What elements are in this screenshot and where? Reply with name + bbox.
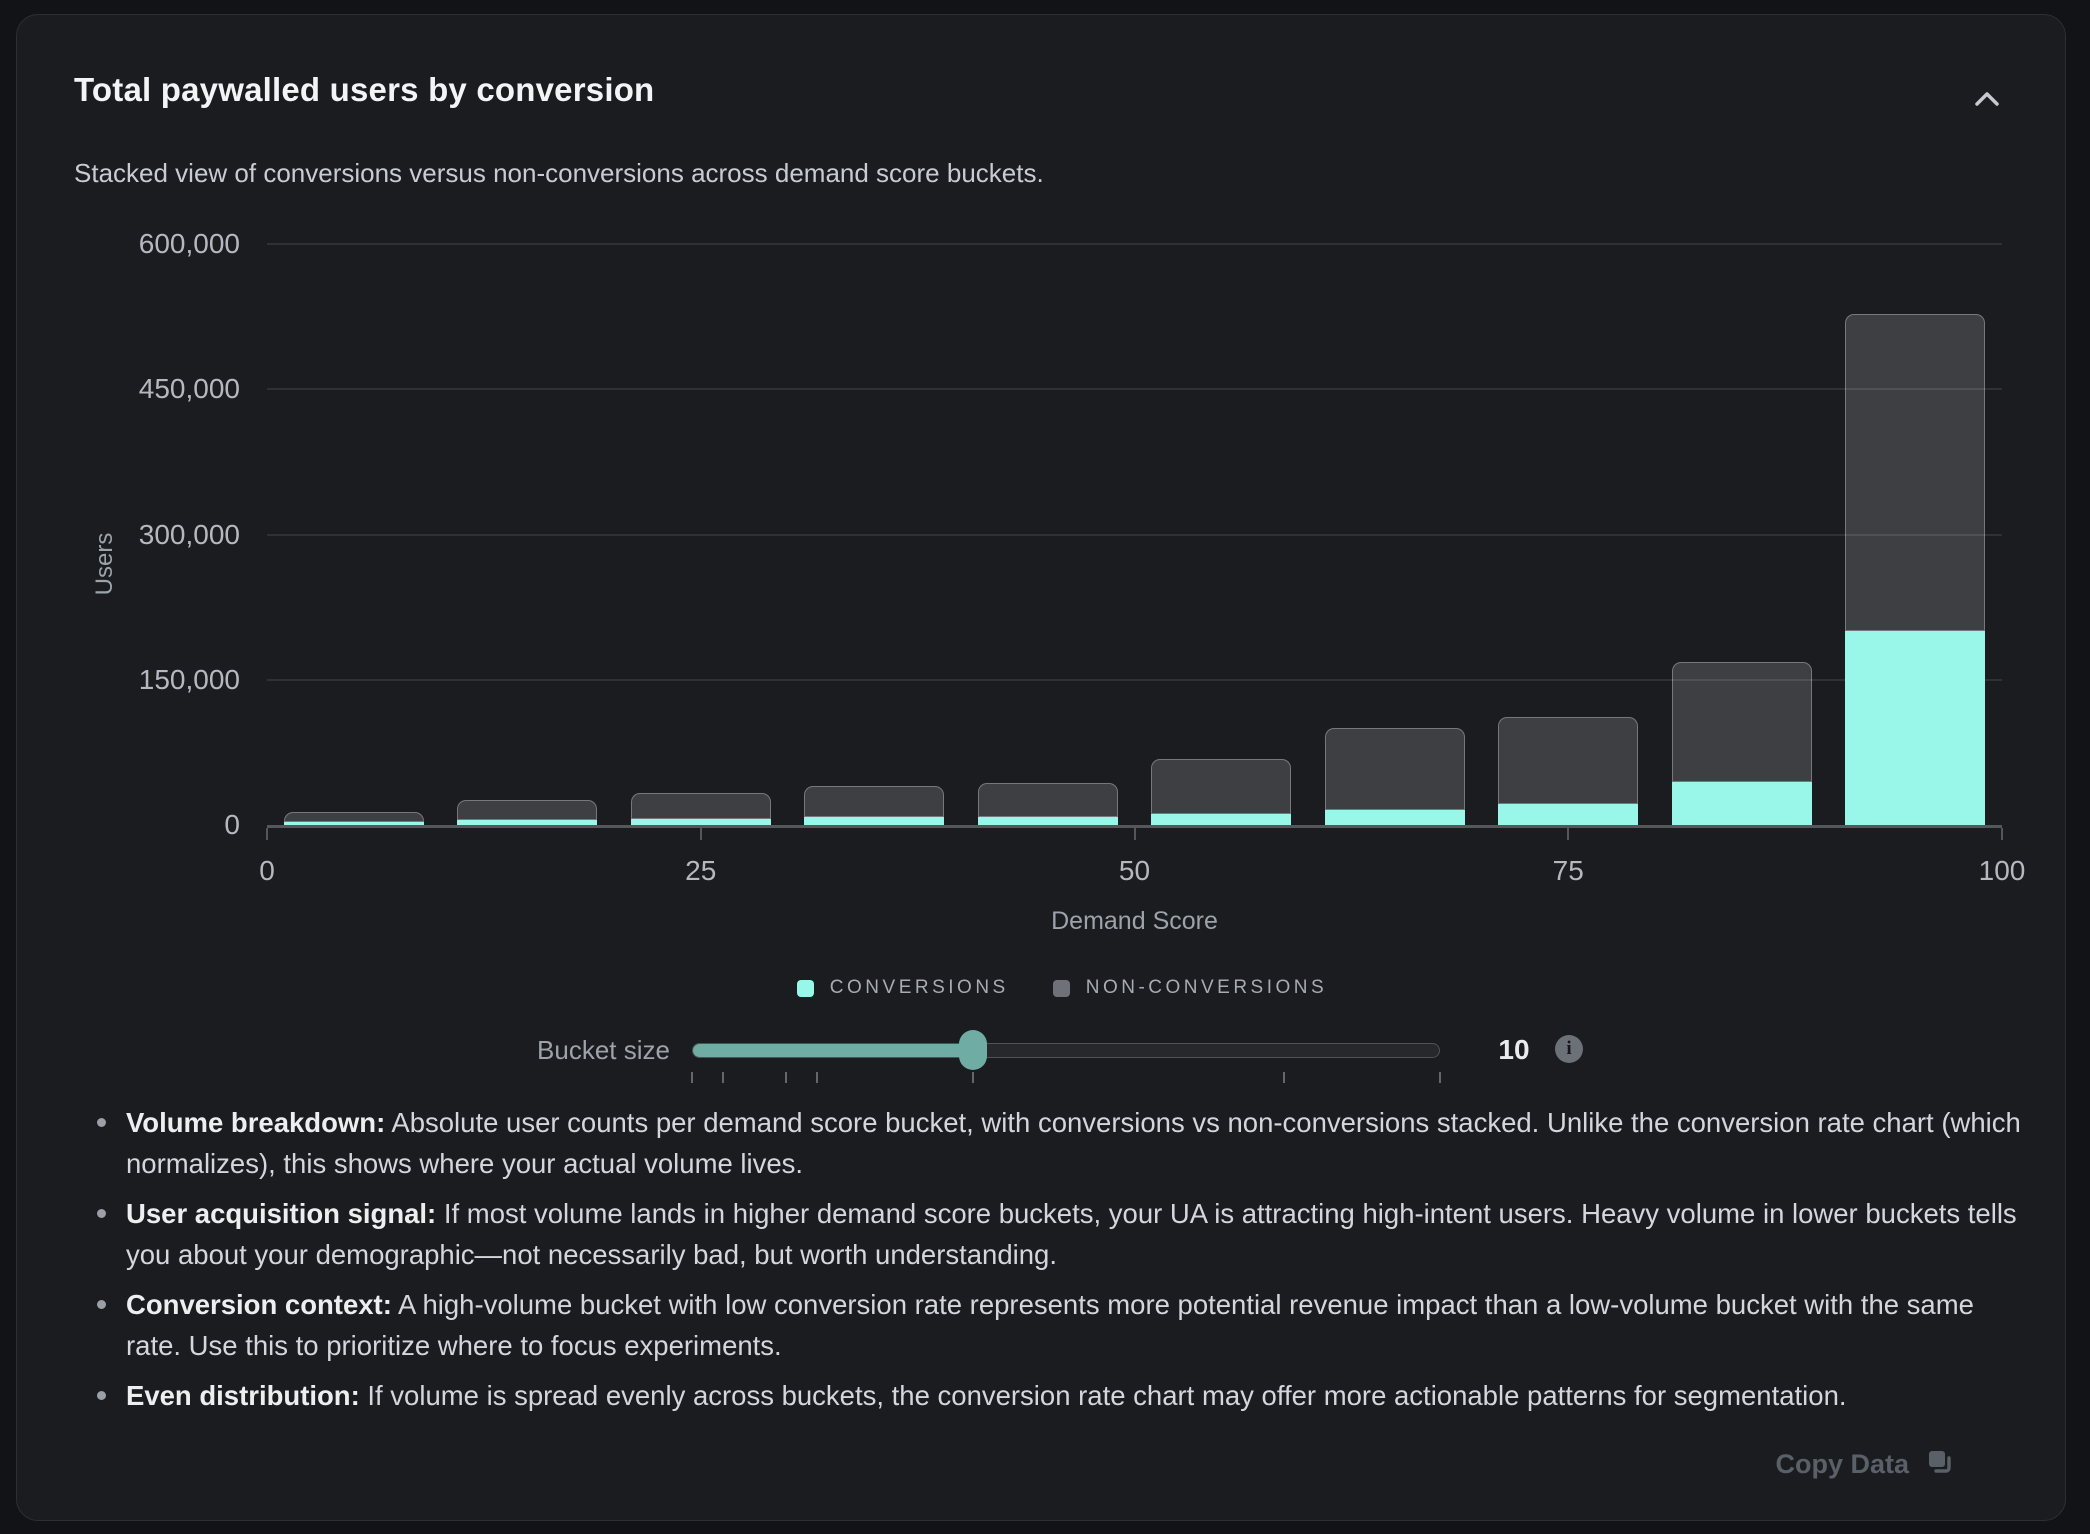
bucket-size-label: Bucket size xyxy=(397,1035,670,1066)
legend-item-non-conversions[interactable]: NON-CONVERSIONS xyxy=(1053,977,1327,999)
slider-tick-mark xyxy=(722,1072,724,1083)
legend-label: CONVERSIONS xyxy=(830,977,1009,999)
bar-70-80 xyxy=(1498,244,1638,825)
note-text: Volume breakdown: Absolute user counts p… xyxy=(126,1102,2031,1184)
x-axis-tick-mark xyxy=(700,828,702,840)
note-item: Conversion context: A high-volume bucket… xyxy=(97,1284,2031,1366)
bar-segment-conversions[interactable] xyxy=(1325,810,1465,825)
stacked-bar-chart: 0 150,000 300,000 450,000 600,000 0 25 50 75 100 U… xyxy=(17,15,2090,1015)
bar-segment-non-conversions[interactable] xyxy=(978,783,1118,817)
note-item: Volume breakdown: Absolute user counts p… xyxy=(97,1102,2031,1184)
legend-swatch xyxy=(797,980,814,997)
slider-tick-mark xyxy=(1439,1072,1441,1083)
y-axis-tick-label: 450,000 xyxy=(17,373,240,405)
x-axis-tick-mark xyxy=(2001,828,2003,840)
bar-80-90 xyxy=(1672,244,1812,825)
x-axis-tick-mark xyxy=(1567,828,1569,840)
x-axis-tick-label: 50 xyxy=(1119,855,1150,887)
bar-0-10 xyxy=(284,244,424,825)
y-axis-title: Users xyxy=(91,533,119,596)
legend-item-conversions[interactable]: CONVERSIONS xyxy=(797,977,1009,999)
note-item: Even distribution: If volume is spread e… xyxy=(97,1375,2031,1416)
bucket-size-slider-track[interactable] xyxy=(692,1043,1440,1058)
slider-tick-mark xyxy=(1283,1072,1285,1083)
bar-segment-conversions[interactable] xyxy=(1498,804,1638,825)
x-axis-tick-label: 25 xyxy=(685,855,716,887)
bar-segment-non-conversions[interactable] xyxy=(1325,728,1465,810)
bucket-size-slider-thumb[interactable] xyxy=(959,1030,987,1070)
bar-40-50 xyxy=(978,244,1118,825)
bar-60-70 xyxy=(1325,244,1465,825)
slider-tick-mark xyxy=(972,1072,974,1083)
bullet-dot xyxy=(97,1118,106,1127)
slider-tick-mark xyxy=(691,1072,693,1083)
bar-50-60 xyxy=(1151,244,1291,825)
slider-tick-mark xyxy=(785,1072,787,1083)
bar-segment-non-conversions[interactable] xyxy=(1672,662,1812,782)
bar-segment-non-conversions[interactable] xyxy=(1151,759,1291,814)
note-item: User acquisition signal: If most volume … xyxy=(97,1193,2031,1275)
x-axis-tick-label: 75 xyxy=(1553,855,1584,887)
bullet-dot xyxy=(97,1391,106,1400)
bar-90-100 xyxy=(1845,244,1985,825)
y-axis-tick-label: 300,000 xyxy=(17,519,240,551)
slider-tick-mark xyxy=(816,1072,818,1083)
info-icon[interactable]: i xyxy=(1555,1035,1583,1063)
chart-card: Total paywalled users by conversion Stac… xyxy=(16,14,2066,1521)
x-axis-title: Demand Score xyxy=(1051,907,1218,936)
bar-segment-non-conversions[interactable] xyxy=(804,786,944,817)
bar-segment-conversions[interactable] xyxy=(1151,814,1291,825)
bar-segment-non-conversions[interactable] xyxy=(284,812,424,822)
note-text: User acquisition signal: If most volume … xyxy=(126,1193,2031,1275)
y-axis-tick-label: 600,000 xyxy=(17,228,240,260)
bucket-size-value: 10 xyxy=(1491,1034,1537,1066)
y-axis-tick-label: 0 xyxy=(17,809,240,841)
copy-data-button[interactable]: Copy Data xyxy=(1775,1449,1953,1480)
copy-data-label: Copy Data xyxy=(1775,1449,1909,1480)
x-axis-tick-mark xyxy=(1134,828,1136,840)
bar-10-20 xyxy=(457,244,597,825)
bar-segment-non-conversions[interactable] xyxy=(631,793,771,819)
x-axis-tick-label: 0 xyxy=(259,855,275,887)
note-text: Even distribution: If volume is spread e… xyxy=(126,1375,1847,1416)
legend-label: NON-CONVERSIONS xyxy=(1086,977,1327,999)
bar-segment-non-conversions[interactable] xyxy=(1498,717,1638,804)
bar-segment-conversions[interactable] xyxy=(1672,782,1812,825)
bucket-size-slider-fill xyxy=(693,1044,974,1057)
bullet-dot xyxy=(97,1209,106,1218)
x-axis-tick-mark xyxy=(266,828,268,840)
y-axis-tick-label: 150,000 xyxy=(17,664,240,696)
note-text: Conversion context: A high-volume bucket… xyxy=(126,1284,2031,1366)
bar-segment-conversions[interactable] xyxy=(804,817,944,825)
bar-segment-conversions[interactable] xyxy=(1845,631,1985,825)
bar-segment-conversions[interactable] xyxy=(978,817,1118,825)
bar-segment-non-conversions[interactable] xyxy=(1845,314,1985,631)
x-axis-tick-label: 100 xyxy=(1979,855,2026,887)
bar-20-30 xyxy=(631,244,771,825)
bar-30-40 xyxy=(804,244,944,825)
page: Total paywalled users by conversion Stac… xyxy=(0,0,2090,1534)
legend-swatch xyxy=(1053,980,1070,997)
bullet-dot xyxy=(97,1300,106,1309)
notes-list: Volume breakdown: Absolute user counts p… xyxy=(97,1102,2031,1425)
chart-legend: CONVERSIONS NON-CONVERSIONS xyxy=(17,977,2090,999)
copy-icon xyxy=(1927,1449,1953,1480)
bar-segment-non-conversions[interactable] xyxy=(457,800,597,820)
